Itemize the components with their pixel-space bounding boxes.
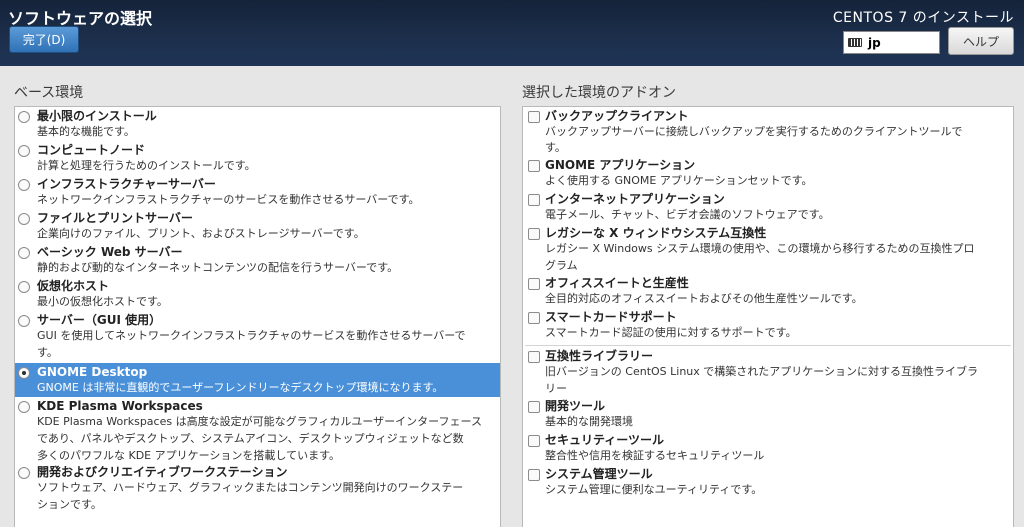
base-environment-list: 最小限のインストール 基本的な機能です。 コンピュートノード 計算と処理を行うた… xyxy=(14,106,501,527)
header-bar: ソフトウェアの選択 完了(D) CENTOS 7 のインストール jp ヘルプ xyxy=(0,0,1024,66)
checkbox[interactable] xyxy=(528,228,540,240)
base-env-option[interactable]: ベーシック Web サーバー 静的および動的なインターネットコンテンツの配信を行… xyxy=(15,243,500,277)
addon-option[interactable]: セキュリティーツール 整合性や信用を検証するセキュリティツール xyxy=(523,432,1013,466)
base-env-option[interactable]: インフラストラクチャーサーバー ネットワークインフラストラクチャーのサービスを動… xyxy=(15,175,500,209)
radio-button[interactable] xyxy=(18,145,30,157)
checkbox[interactable] xyxy=(528,351,540,363)
radio-button[interactable] xyxy=(18,247,30,259)
base-env-option[interactable]: サーバー（GUI 使用） GUI を使用してネットワークインフラストラクチャのサ… xyxy=(15,311,500,363)
addon-option[interactable]: オフィススイートと生産性 全目的対応のオフィススイートおよびその他生産性ツールで… xyxy=(523,275,1013,309)
addon-option[interactable]: 開発ツール 基本的な開発環境 xyxy=(523,398,1013,432)
addon-option[interactable]: 互換性ライブラリー 旧バージョンの CentOS Linux で構築されたアプリ… xyxy=(523,348,1013,400)
radio-button-checked[interactable] xyxy=(18,367,30,379)
checkbox[interactable] xyxy=(528,111,540,123)
base-env-option[interactable]: KDE Plasma Workspaces KDE Plasma Workspa… xyxy=(15,397,500,465)
keyboard-layout-indicator[interactable]: jp xyxy=(843,31,940,54)
keyboard-icon xyxy=(848,38,862,47)
help-button[interactable]: ヘルプ xyxy=(948,27,1014,55)
keyboard-layout-label: jp xyxy=(868,35,881,50)
checkbox[interactable] xyxy=(528,469,540,481)
base-env-option[interactable]: 仮想化ホスト 最小の仮想化ホストです。 xyxy=(15,277,500,311)
addon-option[interactable]: システム管理ツール システム管理に便利なユーティリティです。 xyxy=(523,466,1013,500)
radio-button[interactable] xyxy=(18,315,30,327)
base-env-option[interactable]: 最小限のインストール 基本的な機能です。 xyxy=(15,107,500,141)
checkbox[interactable] xyxy=(528,312,540,324)
addon-option[interactable]: レガシーな X ウィンドウシステム互換性 レガシー X Windows システム… xyxy=(523,225,1013,277)
addon-option[interactable]: バックアップクライアント バックアップサーバーに接続しバックアップを実行するため… xyxy=(523,107,1013,157)
checkbox[interactable] xyxy=(528,401,540,413)
addon-option[interactable]: スマートカードサポート スマートカード認証の使用に対するサポートです。 xyxy=(523,309,1013,343)
radio-button[interactable] xyxy=(18,401,30,413)
radio-button[interactable] xyxy=(18,179,30,191)
base-environment-title: ベース環境 xyxy=(14,85,84,101)
radio-button[interactable] xyxy=(18,467,30,479)
radio-button[interactable] xyxy=(18,111,30,123)
base-env-option-selected[interactable]: GNOME Desktop GNOME は非常に直観的でユーザーフレンドリーなデ… xyxy=(15,363,500,397)
base-env-option[interactable]: ファイルとプリントサーバー 企業向けのファイル、プリント、およびストレージサーバ… xyxy=(15,209,500,243)
checkbox[interactable] xyxy=(528,278,540,290)
done-button[interactable]: 完了(D) xyxy=(9,26,79,53)
addons-list: バックアップクライアント バックアップサーバーに接続しバックアップを実行するため… xyxy=(522,106,1014,527)
radio-button[interactable] xyxy=(18,281,30,293)
addon-option[interactable]: GNOME アプリケーション よく使用する GNOME アプリケーションセットで… xyxy=(523,157,1013,191)
base-env-option[interactable]: 開発およびクリエイティブワークステーション ソフトウェア、ハードウェア、グラフィ… xyxy=(15,463,500,515)
product-title: CENTOS 7 のインストール xyxy=(832,10,1014,26)
checkbox[interactable] xyxy=(528,194,540,206)
checkbox[interactable] xyxy=(528,435,540,447)
addon-separator xyxy=(525,345,1011,346)
radio-button[interactable] xyxy=(18,213,30,225)
checkbox[interactable] xyxy=(528,160,540,172)
addons-title: 選択した環境のアドオン xyxy=(522,85,676,101)
addon-option[interactable]: インターネットアプリケーション 電子メール、チャット、ビデオ会議のソフトウェアで… xyxy=(523,191,1013,225)
base-env-option[interactable]: コンピュートノード 計算と処理を行うためのインストールです。 xyxy=(15,141,500,175)
